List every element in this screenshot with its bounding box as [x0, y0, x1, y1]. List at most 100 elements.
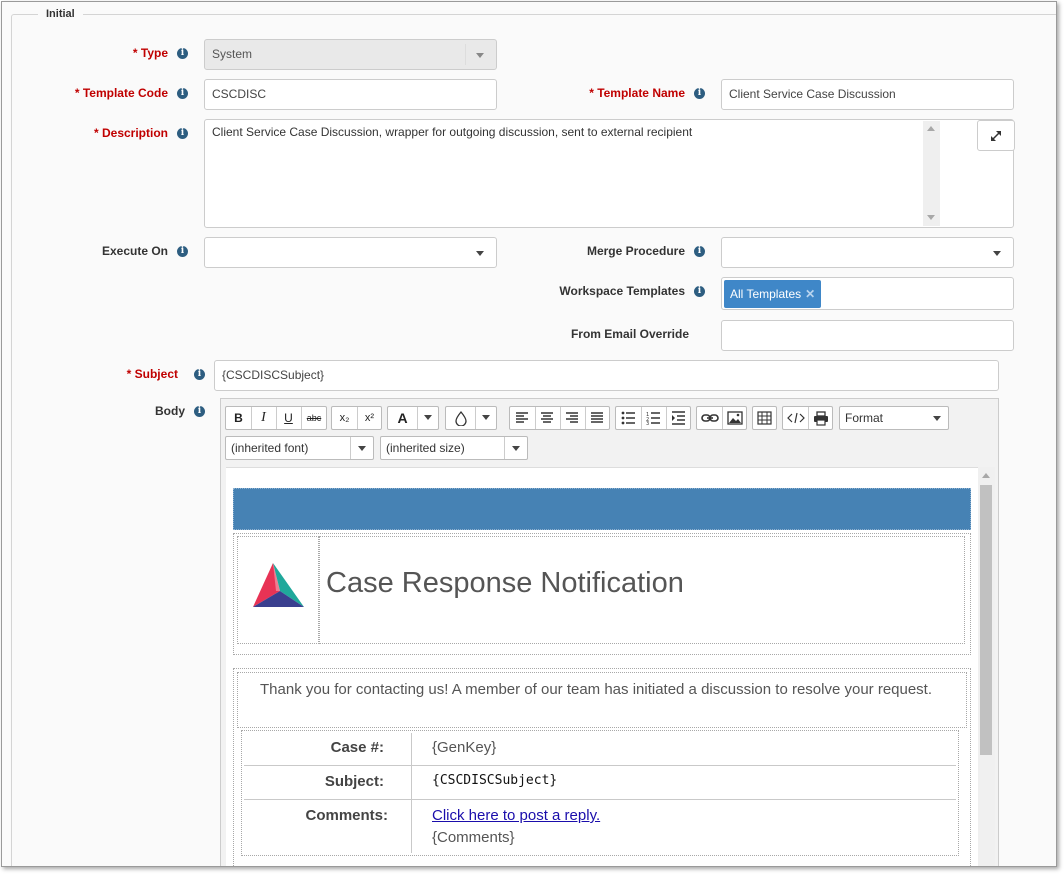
- expand-button[interactable]: [977, 120, 1015, 151]
- logo-cell: [237, 536, 319, 644]
- view-group: [782, 406, 833, 430]
- reply-link[interactable]: Click here to post a reply.: [432, 807, 600, 824]
- template-code-input[interactable]: CSCDISC: [204, 79, 497, 110]
- subject-input[interactable]: {CSCDISCSubject}: [214, 360, 999, 391]
- chevron-down-icon[interactable]: [482, 415, 490, 420]
- body-label: Body: [155, 404, 185, 418]
- italic-button[interactable]: I: [251, 407, 276, 429]
- toolbar-divider: [641, 407, 642, 429]
- toolbar-divider: [350, 437, 351, 459]
- description-label: * Description: [93, 126, 168, 140]
- font-size-value: (inherited size): [386, 441, 465, 455]
- align-justify-icon[interactable]: [590, 411, 604, 425]
- list-group: 123: [615, 406, 691, 430]
- toolbar-divider: [585, 407, 586, 429]
- scroll-up-icon: [982, 473, 990, 478]
- indent-icon[interactable]: [671, 411, 686, 425]
- editor-content-area[interactable]: Case Response Notification Thank you for…: [226, 467, 978, 866]
- toolbar-divider: [722, 407, 723, 429]
- merge-procedure-info-icon[interactable]: i: [694, 246, 705, 257]
- comments-value: {Comments}: [432, 829, 515, 846]
- background-color-icon[interactable]: [454, 410, 468, 426]
- remove-tag-icon[interactable]: ✕: [805, 287, 815, 301]
- align-left-icon[interactable]: [515, 411, 529, 425]
- link-icon[interactable]: [701, 412, 719, 424]
- type-value: System: [212, 47, 253, 61]
- font-color-button[interactable]: A: [388, 407, 417, 429]
- chevron-down-icon: [933, 416, 941, 421]
- workspace-templates-multiselect[interactable]: All Templates ✕: [721, 277, 1014, 310]
- title-cell: Case Response Notification: [319, 536, 965, 644]
- font-size-select[interactable]: (inherited size): [380, 436, 528, 460]
- alignment-group: [509, 406, 610, 430]
- table-button[interactable]: [752, 406, 777, 430]
- align-right-icon[interactable]: [565, 411, 579, 425]
- expand-icon: [991, 131, 1001, 141]
- case-number-value: {GenKey}: [432, 739, 497, 756]
- toolbar-divider: [417, 407, 418, 429]
- subject-row-value: {CSCDISCSubject}: [432, 773, 558, 788]
- script-group: x₂ x²: [331, 406, 382, 430]
- body-info-icon[interactable]: i: [194, 406, 205, 417]
- table-icon: [757, 411, 772, 425]
- bold-button[interactable]: B: [226, 407, 251, 429]
- print-icon[interactable]: [813, 411, 829, 426]
- toolbar-divider: [666, 407, 667, 429]
- template-code-info-icon[interactable]: i: [177, 88, 188, 99]
- font-family-value: (inherited font): [231, 441, 309, 455]
- chevron-down-icon: [358, 446, 366, 451]
- subject-row-label: Subject:: [324, 773, 384, 790]
- body-editor: B I U abc x₂ x² A 1 2 3 Format (inherite…: [220, 398, 999, 866]
- type-info-icon[interactable]: i: [177, 48, 188, 59]
- workspace-templates-info-icon[interactable]: i: [694, 286, 705, 297]
- toolbar-divider: [560, 407, 561, 429]
- chevron-down-icon: [993, 251, 1001, 256]
- subscript-button[interactable]: x₂: [332, 407, 357, 429]
- text-style-group: B I U abc: [225, 406, 327, 430]
- strikethrough-button[interactable]: abc: [301, 407, 327, 429]
- comments-label: Comments:: [305, 807, 388, 824]
- description-info-icon[interactable]: i: [177, 128, 188, 139]
- description-scrollbar[interactable]: [923, 121, 940, 226]
- chevron-down-icon: [476, 251, 484, 256]
- chevron-down-icon: [512, 446, 520, 451]
- subject-info-icon[interactable]: i: [194, 369, 205, 380]
- section-title: Initial: [46, 8, 75, 20]
- company-logo-icon: [253, 563, 304, 607]
- row-divider: [244, 765, 956, 766]
- intro-cell: Thank you for contacting us! A member of…: [237, 672, 967, 728]
- bullet-list-icon[interactable]: [621, 411, 636, 425]
- template-name-input[interactable]: Client Service Case Discussion: [721, 79, 1014, 110]
- merge-procedure-select[interactable]: [721, 237, 1014, 268]
- underline-button[interactable]: U: [276, 407, 301, 429]
- execute-on-info-icon[interactable]: i: [177, 246, 188, 257]
- toolbar-divider: [504, 437, 505, 459]
- scrollbar-thumb[interactable]: [980, 485, 992, 755]
- scroll-up-icon: [927, 126, 935, 131]
- svg-text:3: 3: [646, 421, 649, 425]
- type-label: * Type: [132, 46, 168, 60]
- align-center-icon[interactable]: [540, 411, 554, 425]
- type-select[interactable]: System: [204, 39, 497, 70]
- execute-on-label: Execute On: [101, 244, 168, 258]
- from-email-override-label: From Email Override: [570, 327, 689, 341]
- numbered-list-icon[interactable]: 123: [646, 411, 661, 425]
- workspace-templates-label: Workspace Templates: [559, 284, 685, 298]
- workspace-template-tag[interactable]: All Templates ✕: [724, 280, 822, 308]
- superscript-button[interactable]: x²: [357, 407, 382, 429]
- from-email-override-input[interactable]: [721, 320, 1014, 351]
- description-textarea[interactable]: Client Service Case Discussion, wrapper …: [204, 119, 1015, 228]
- email-title: Case Response Notification: [326, 567, 684, 599]
- execute-on-select[interactable]: [204, 237, 497, 268]
- template-name-info-icon[interactable]: i: [694, 88, 705, 99]
- font-family-select[interactable]: (inherited font): [225, 436, 374, 460]
- chevron-down-icon[interactable]: [424, 415, 432, 420]
- editor-scrollbar[interactable]: [978, 467, 995, 866]
- image-icon[interactable]: [727, 411, 743, 425]
- code-view-icon[interactable]: [787, 412, 805, 424]
- toolbar-divider: [475, 407, 476, 429]
- font-color-group: A: [387, 406, 439, 430]
- format-select[interactable]: Format: [839, 406, 949, 430]
- row-divider: [244, 799, 956, 800]
- scroll-down-icon: [927, 215, 935, 220]
